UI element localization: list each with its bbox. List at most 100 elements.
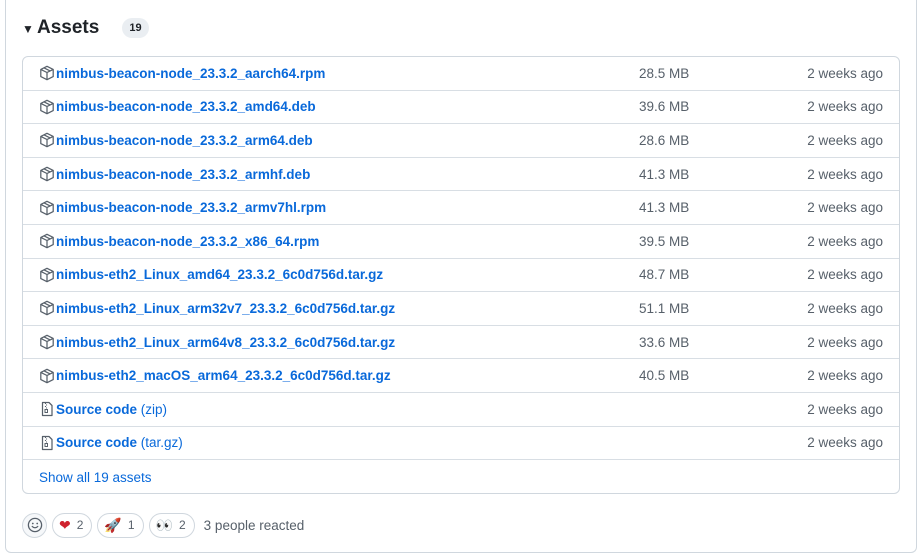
asset-size: 28.6 MB: [639, 132, 690, 148]
asset-name: nimbus-beacon-node_23.3.2_aarch64.rpm: [56, 65, 326, 81]
asset-row: nimbus-eth2_Linux_arm32v7_23.3.2_6c0d756…: [23, 292, 899, 326]
asset-name-cell: Source code (tar.gz): [39, 435, 183, 451]
asset-row: Source code (tar.gz) 2 weeks ago: [23, 427, 899, 461]
asset-time: 2 weeks ago: [807, 401, 883, 417]
asset-time: 2 weeks ago: [807, 200, 883, 216]
asset-time: 2 weeks ago: [807, 166, 883, 182]
asset-download-link[interactable]: nimbus-beacon-node_23.3.2_x86_64.rpm: [56, 234, 319, 249]
assets-title: Assets: [37, 17, 100, 38]
asset-row: nimbus-beacon-node_23.3.2_arm64.deb 28.6 …: [23, 124, 899, 158]
asset-name: nimbus-eth2_Linux_arm32v7_23.3.2_6c0d756…: [56, 300, 396, 316]
asset-download-link[interactable]: Source code (tar.gz): [56, 435, 183, 450]
asset-name-cell: nimbus-beacon-node_23.3.2_arm64.deb: [39, 132, 313, 148]
file-zip-icon: [39, 435, 56, 451]
asset-size: 51.1 MB: [639, 300, 690, 316]
asset-name-cell: nimbus-eth2_Linux_arm64v8_23.3.2_6c0d756…: [39, 334, 395, 350]
asset-time: 2 weeks ago: [807, 132, 883, 148]
asset-row: nimbus-eth2_Linux_arm64v8_23.3.2_6c0d756…: [23, 326, 899, 360]
asset-row: nimbus-eth2_Linux_amd64_23.3.2_6c0d756d.…: [23, 259, 899, 293]
asset-download-link[interactable]: nimbus-eth2_macOS_arm64_23.3.2_6c0d756d.…: [56, 368, 391, 383]
package-icon: [39, 132, 56, 148]
asset-row: nimbus-beacon-node_23.3.2_armv7hl.rpm 41.…: [23, 191, 899, 225]
asset-name-cell: nimbus-beacon-node_23.3.2_armhf.deb: [39, 166, 310, 182]
smiley-icon: [27, 517, 42, 533]
asset-name-cell: nimbus-eth2_macOS_arm64_23.3.2_6c0d756d.…: [39, 368, 391, 384]
package-icon: [39, 99, 56, 115]
reaction-rocket-button[interactable]: 🚀 1: [97, 512, 144, 538]
asset-row: nimbus-beacon-node_23.3.2_armhf.deb 41.3 …: [23, 158, 899, 192]
asset-name: nimbus-beacon-node_23.3.2_arm64.deb: [56, 132, 313, 148]
asset-row: Source code (zip) 2 weeks ago: [23, 393, 899, 427]
asset-row: nimbus-beacon-node_23.3.2_amd64.deb 39.6 …: [23, 91, 899, 125]
heart-icon: ❤: [59, 517, 71, 533]
asset-name-cell: nimbus-beacon-node_23.3.2_armv7hl.rpm: [39, 200, 326, 216]
asset-name: nimbus-beacon-node_23.3.2_armhf.deb: [56, 166, 311, 182]
asset-row: nimbus-beacon-node_23.3.2_aarch64.rpm 28.…: [23, 57, 899, 91]
reaction-count: 2: [76, 518, 84, 532]
asset-size: 39.6 MB: [639, 99, 690, 115]
asset-name: nimbus-eth2_Linux_amd64_23.3.2_6c0d756d.…: [56, 267, 384, 283]
asset-time: 2 weeks ago: [807, 435, 883, 451]
asset-size: 40.5 MB: [639, 368, 690, 384]
asset-name: nimbus-beacon-node_23.3.2_x86_64.rpm: [56, 233, 320, 249]
package-icon: [39, 334, 56, 350]
asset-download-link[interactable]: nimbus-eth2_Linux_arm64v8_23.3.2_6c0d756…: [56, 335, 395, 350]
asset-name-cell: nimbus-beacon-node_23.3.2_amd64.deb: [39, 99, 316, 115]
asset-time: 2 weeks ago: [807, 334, 883, 350]
asset-name: Source code: [56, 401, 138, 417]
package-icon: [39, 368, 56, 384]
asset-download-link[interactable]: nimbus-eth2_Linux_amd64_23.3.2_6c0d756d.…: [56, 267, 383, 282]
asset-download-link[interactable]: nimbus-beacon-node_23.3.2_armhf.deb: [56, 167, 310, 182]
asset-size: 41.3 MB: [639, 200, 690, 216]
eyes-icon: 👀: [155, 517, 173, 533]
package-icon: [39, 300, 56, 316]
asset-download-link[interactable]: nimbus-eth2_Linux_arm32v7_23.3.2_6c0d756…: [56, 301, 395, 316]
asset-size: 28.5 MB: [639, 65, 690, 81]
package-icon: [39, 200, 56, 216]
assets-list: nimbus-beacon-node_23.3.2_aarch64.rpm 28.…: [22, 56, 900, 494]
show-all-assets-link[interactable]: Show all 19 assets: [39, 470, 152, 485]
asset-name-cell: Source code (zip): [39, 401, 167, 417]
asset-name-cell: nimbus-beacon-node_23.3.2_aarch64.rpm: [39, 65, 325, 81]
asset-name-cell: nimbus-eth2_Linux_arm32v7_23.3.2_6c0d756…: [39, 300, 395, 316]
asset-download-link[interactable]: nimbus-beacon-node_23.3.2_aarch64.rpm: [56, 66, 325, 81]
package-icon: [39, 267, 56, 283]
rocket-icon: 🚀: [104, 517, 122, 533]
reaction-count: 1: [127, 518, 135, 532]
show-all-row: Show all 19 assets: [23, 460, 899, 493]
asset-size: 39.5 MB: [639, 233, 690, 249]
assets-toggle[interactable]: ▼ Assets 19: [22, 14, 149, 42]
asset-size: 33.6 MB: [639, 334, 690, 350]
asset-name: Source code: [56, 435, 138, 451]
reaction-count: 2: [178, 518, 186, 532]
assets-count-badge: 19: [122, 18, 149, 38]
reaction-heart-button[interactable]: ❤ 2: [52, 512, 93, 538]
asset-download-link[interactable]: nimbus-beacon-node_23.3.2_armv7hl.rpm: [56, 200, 326, 215]
asset-time: 2 weeks ago: [807, 99, 883, 115]
asset-size: 48.7 MB: [639, 267, 690, 283]
asset-name: nimbus-beacon-node_23.3.2_amd64.deb: [56, 99, 316, 115]
file-zip-icon: [39, 401, 56, 417]
package-icon: [39, 65, 56, 81]
asset-size: 41.3 MB: [639, 166, 690, 182]
reaction-eyes-button[interactable]: 👀 2: [148, 512, 195, 538]
asset-download-link[interactable]: nimbus-beacon-node_23.3.2_arm64.deb: [56, 133, 313, 148]
asset-name: nimbus-beacon-node_23.3.2_armv7hl.rpm: [56, 200, 327, 216]
reactions-summary: 3 people reacted: [203, 517, 305, 533]
asset-time: 2 weeks ago: [807, 267, 883, 283]
asset-name-suffix: (zip): [137, 401, 168, 417]
asset-download-link[interactable]: Source code (zip): [56, 402, 167, 417]
asset-row: nimbus-beacon-node_23.3.2_x86_64.rpm 39.5…: [23, 225, 899, 259]
asset-time: 2 weeks ago: [807, 300, 883, 316]
package-icon: [39, 166, 56, 182]
asset-time: 2 weeks ago: [807, 368, 883, 384]
reactions-bar: ❤ 2 🚀 1 👀 2 3 people reacted: [22, 512, 304, 538]
asset-name: nimbus-eth2_macOS_arm64_23.3.2_6c0d756d.…: [56, 368, 391, 384]
asset-name: nimbus-eth2_Linux_arm64v8_23.3.2_6c0d756…: [56, 334, 396, 350]
asset-download-link[interactable]: nimbus-beacon-node_23.3.2_amd64.deb: [56, 99, 316, 114]
asset-name-cell: nimbus-beacon-node_23.3.2_x86_64.rpm: [39, 233, 319, 249]
package-icon: [39, 233, 56, 249]
caret-down-icon: ▼: [22, 22, 34, 36]
add-reaction-button[interactable]: [22, 512, 47, 538]
asset-name-cell: nimbus-eth2_Linux_amd64_23.3.2_6c0d756d.…: [39, 267, 383, 283]
